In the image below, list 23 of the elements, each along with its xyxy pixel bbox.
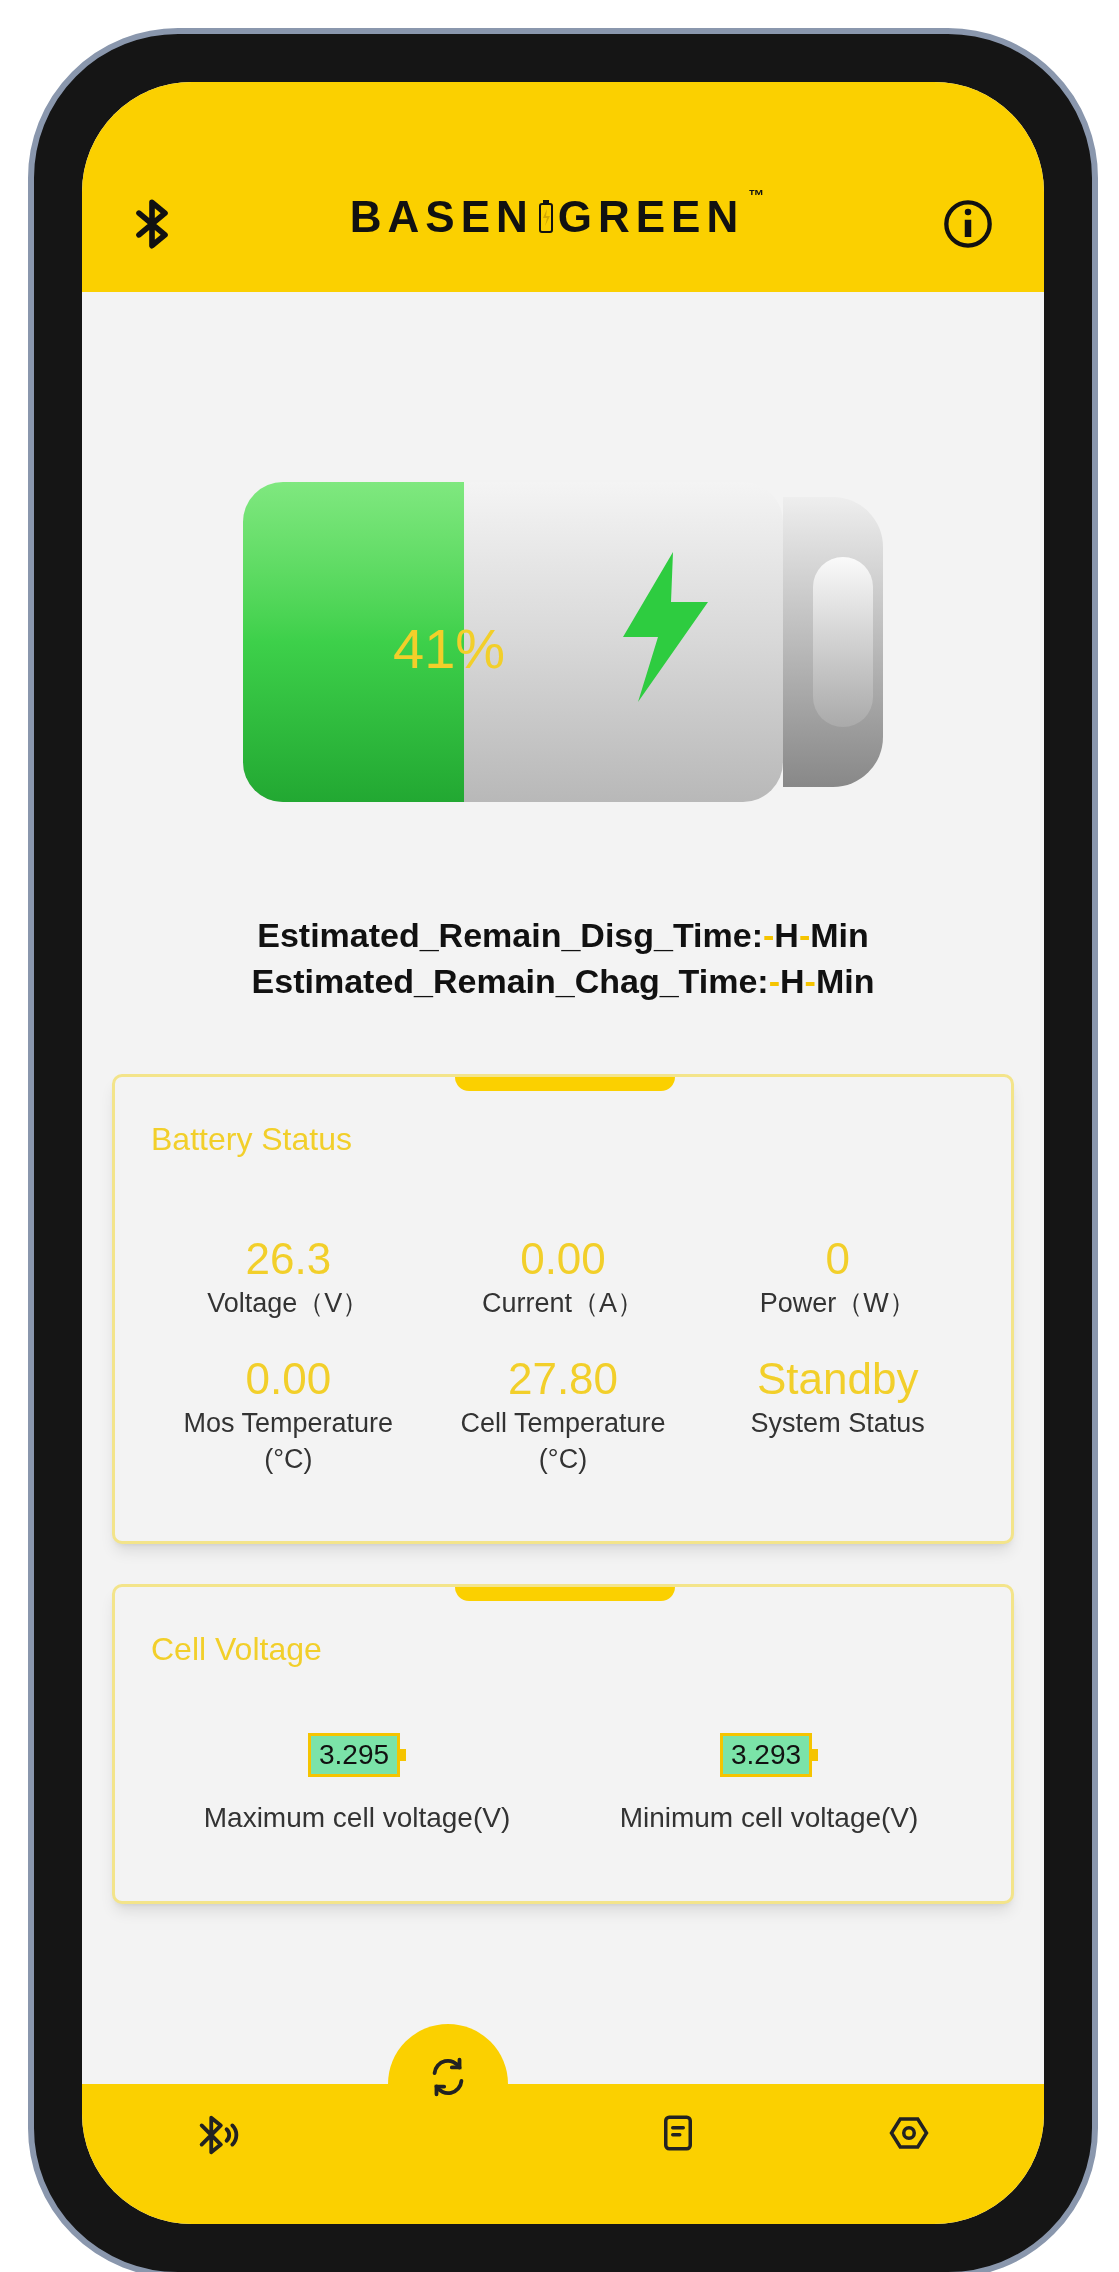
cell-voltage-label: Maximum cell voltage(V) (203, 1801, 511, 1835)
metric-value: Standby (756, 1353, 919, 1405)
metric-label: Voltage（V） (207, 1287, 370, 1320)
metric-label: Cell Temperature (°C) (460, 1407, 666, 1476)
trademark-mark: ™ (748, 186, 765, 206)
card-title: Battery Status (151, 1120, 353, 1159)
cell-voltage-label: Minimum cell voltage(V) (619, 1801, 919, 1835)
metric-value: 27.80 (507, 1353, 619, 1405)
metric-value: 0.00 (520, 1233, 606, 1285)
metric-label: Mos Temperature (°C) (183, 1407, 394, 1476)
battery-bolt-icon (537, 200, 554, 234)
logo-text: GREEN (557, 191, 745, 243)
estimated-time-text: Estimated_Remain_Disg_Time:-H-Min (257, 915, 869, 956)
estimated-time-text: Estimated_Remain_Chag_Time:-H-Min (251, 961, 875, 1002)
logo-text: BASEN (349, 191, 534, 243)
metric-label: Current（A） (481, 1287, 644, 1320)
metric-value: 0.00 (245, 1353, 332, 1405)
metric-label: Power（W） (759, 1287, 916, 1320)
metric-value: 0 (825, 1233, 850, 1285)
info-icon[interactable] (942, 198, 994, 250)
metric-label: System Status (750, 1407, 925, 1440)
metric-value: 26.3 (245, 1233, 332, 1285)
card-title: Cell Voltage (151, 1630, 323, 1669)
